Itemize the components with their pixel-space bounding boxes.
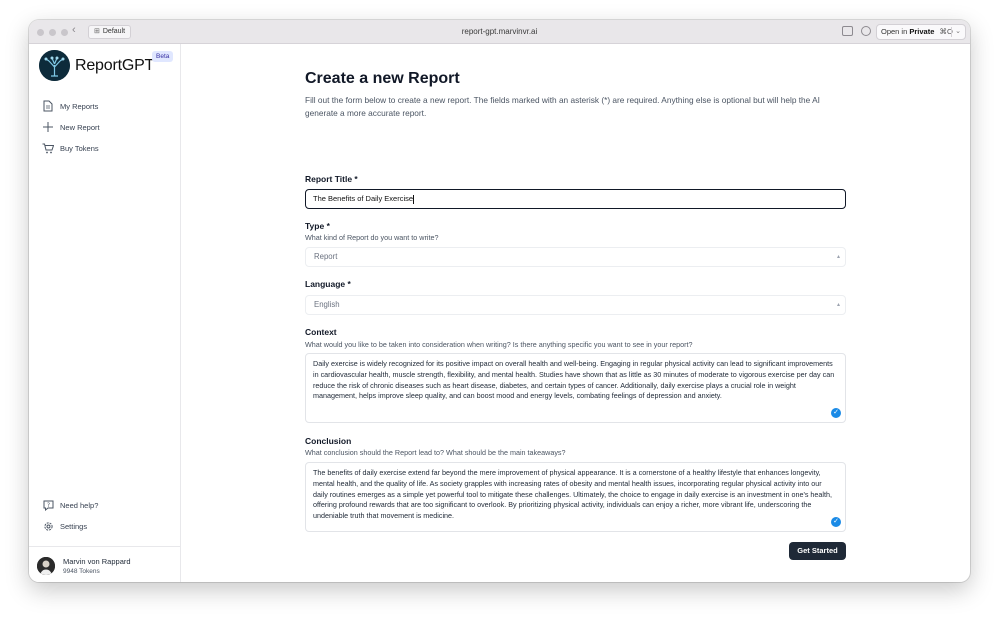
chevron-down-icon[interactable]: ⌄ [955,25,961,39]
sidebar-item-label: Need help? [60,500,99,510]
context-hint: What would you like to be taken into con… [305,340,693,349]
user-profile[interactable]: Marvin von Rappard 9948 Tokens [29,546,181,582]
report-title-input[interactable]: The Benefits of Daily Exercise [305,189,846,209]
chevron-updown-icon: ▴ [836,302,840,308]
user-name: Marvin von Rappard [63,557,131,566]
context-label: Context [305,327,337,337]
report-title-label: Report Title * [305,174,358,184]
page-title: Create a new Report [305,70,460,87]
document-icon [42,100,54,112]
open-label-strong: Private [909,27,935,36]
sidebar-item-label: Buy Tokens [60,143,99,153]
plus-icon [42,121,54,133]
browser-window: ‹ ⊞ Default report-gpt.marvinvr.ai Open … [29,20,970,582]
sidebar-item-label: My Reports [60,101,99,111]
language-label: Language * [305,279,351,289]
context-textarea[interactable]: Daily exercise is widely recognized for … [305,353,846,423]
conclusion-label: Conclusion [305,436,352,446]
beta-badge: Beta [152,51,174,62]
sidebar-item-buy-tokens[interactable]: Buy Tokens [42,141,99,155]
sidebar-item-label: New Report [60,122,100,132]
brand-name[interactable]: ReportGPT [75,57,154,75]
conclusion-textarea[interactable]: The benefits of daily exercise extend fa… [305,462,846,532]
chevron-updown-icon: ▴ [836,254,840,260]
type-value: Report [314,252,338,261]
sidebar: ReportGPT Beta My Reports New Report Buy… [29,44,181,582]
chrome-actions [842,26,871,36]
reader-icon[interactable] [842,26,853,36]
main-content: Create a new Report Fill out the form be… [182,44,970,582]
text-caret [413,194,415,204]
open-in-private-button[interactable]: Open in Private ⌘O ⌄ [876,24,966,40]
get-started-button[interactable]: Get Started [789,542,846,560]
grammar-check-icon[interactable]: ✓ [831,517,841,527]
svg-text:?: ? [46,502,49,509]
sidebar-item-new-report[interactable]: New Report [42,120,100,134]
language-value: English [314,300,340,309]
report-title-value: The Benefits of Daily Exercise [313,194,414,203]
link-icon[interactable] [861,26,871,36]
type-label: Type * [305,221,330,231]
sidebar-item-settings[interactable]: Settings [42,519,87,533]
address-bar[interactable]: report-gpt.marvinvr.ai [29,27,970,36]
cart-icon [42,142,54,154]
context-value: Daily exercise is widely recognized for … [313,359,835,401]
browser-titlebar: ‹ ⊞ Default report-gpt.marvinvr.ai Open … [29,20,970,44]
divider [951,27,952,37]
conclusion-hint: What conclusion should the Report lead t… [305,448,566,457]
app-logo[interactable] [39,50,70,81]
sidebar-item-my-reports[interactable]: My Reports [42,99,98,113]
gear-icon [42,520,54,532]
open-label-prefix: Open in [881,27,908,36]
sidebar-item-help[interactable]: ? Need help? [42,498,98,512]
help-icon: ? [42,499,54,511]
sidebar-item-label: Settings [60,521,88,531]
type-select[interactable]: Report ▴ [305,247,846,267]
type-hint: What kind of Report do you want to write… [305,233,439,242]
grammar-check-icon[interactable]: ✓ [831,408,841,418]
user-tokens: 9948 Tokens [63,568,100,575]
page-intro: Fill out the form below to create a new … [305,95,820,118]
conclusion-value: The benefits of daily exercise extend fa… [313,468,833,521]
language-select[interactable]: English ▴ [305,295,846,315]
avatar [37,557,55,575]
